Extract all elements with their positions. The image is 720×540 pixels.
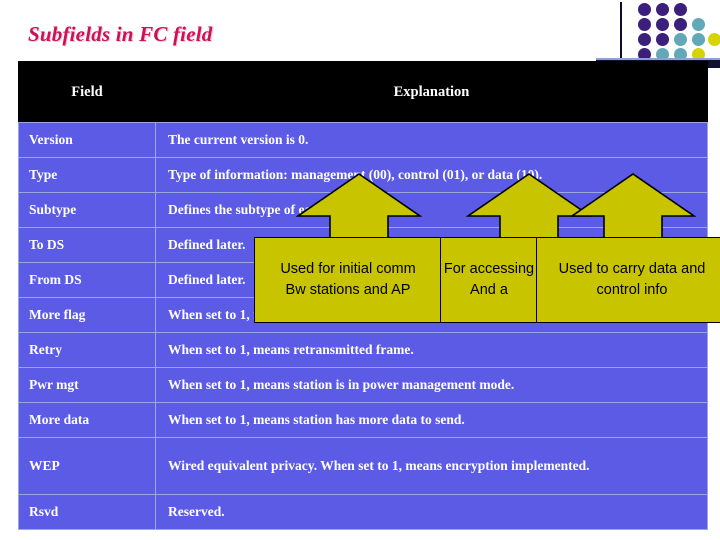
- deco-dot: [638, 3, 651, 16]
- table-row: Pwr mgt When set to 1, means station is …: [18, 367, 708, 403]
- callout-text: For accessing And a: [441, 259, 537, 301]
- deco-dot: [692, 33, 705, 46]
- table-row: Retry When set to 1, means retransmitted…: [18, 332, 708, 368]
- cell-field: From DS: [18, 262, 156, 298]
- cell-explanation: When set to 1, means station has more da…: [155, 402, 708, 438]
- table-row: More data When set to 1, means station h…: [18, 402, 708, 438]
- cell-explanation: When set to 1, means retransmitted frame…: [155, 332, 708, 368]
- cell-explanation: The current version is 0.: [155, 122, 708, 158]
- cell-field: Subtype: [18, 192, 156, 228]
- callout-line-2: Bw stations and AP: [285, 282, 411, 298]
- deco-dot: [656, 33, 669, 46]
- table-row: WEP Wired equivalent privacy. When set t…: [18, 437, 708, 495]
- table-row: Version The current version is 0.: [18, 122, 708, 158]
- cell-field: Pwr mgt: [18, 367, 156, 403]
- callout-line-2: control info: [596, 282, 668, 298]
- cell-field: More flag: [18, 297, 156, 333]
- cell-explanation: Wired equivalent privacy. When set to 1,…: [155, 437, 708, 495]
- callout-text: Used to carry data and control info: [559, 259, 706, 301]
- deco-dot: [708, 33, 720, 46]
- cell-field: Type: [18, 157, 156, 193]
- cell-field: To DS: [18, 227, 156, 263]
- deco-dot: [656, 18, 669, 31]
- callout-line-2: And a: [470, 282, 508, 298]
- deco-dot: [674, 3, 687, 16]
- callout-line-1: For accessing: [443, 260, 535, 277]
- deco-dot: [692, 18, 705, 31]
- cell-field: WEP: [18, 437, 156, 495]
- cell-explanation: Reserved.: [155, 494, 708, 530]
- page-title: Subfields in FC field: [28, 22, 213, 46]
- callout-line-1: Used to carry data and: [558, 260, 706, 277]
- callout-box-1[interactable]: Used for initial comm Bw stations and AP: [254, 237, 442, 323]
- deco-dot: [656, 3, 669, 16]
- column-header-explanation: Explanation: [155, 61, 708, 123]
- cell-explanation: When set to 1, means station is in power…: [155, 367, 708, 403]
- callout-line-1: Used for initial comm: [280, 260, 416, 277]
- deco-dot: [674, 33, 687, 46]
- callout-text: Used for initial comm Bw stations and AP: [280, 259, 415, 301]
- cell-field: Rsvd: [18, 494, 156, 530]
- deco-dot: [638, 18, 651, 31]
- cell-field: More data: [18, 402, 156, 438]
- decorative-dot-grid: [636, 0, 720, 62]
- decorative-vertical-rule: [620, 2, 622, 60]
- cell-field: Version: [18, 122, 156, 158]
- deco-dot: [638, 33, 651, 46]
- table-header-row: Field Explanation: [18, 61, 708, 123]
- cell-field: Retry: [18, 332, 156, 368]
- deco-dot: [674, 18, 687, 31]
- column-header-field: Field: [18, 61, 156, 123]
- table-row: Rsvd Reserved.: [18, 494, 708, 530]
- callout-box-3[interactable]: Used to carry data and control info: [536, 237, 720, 323]
- callout-box-2[interactable]: For accessing And a: [440, 237, 538, 323]
